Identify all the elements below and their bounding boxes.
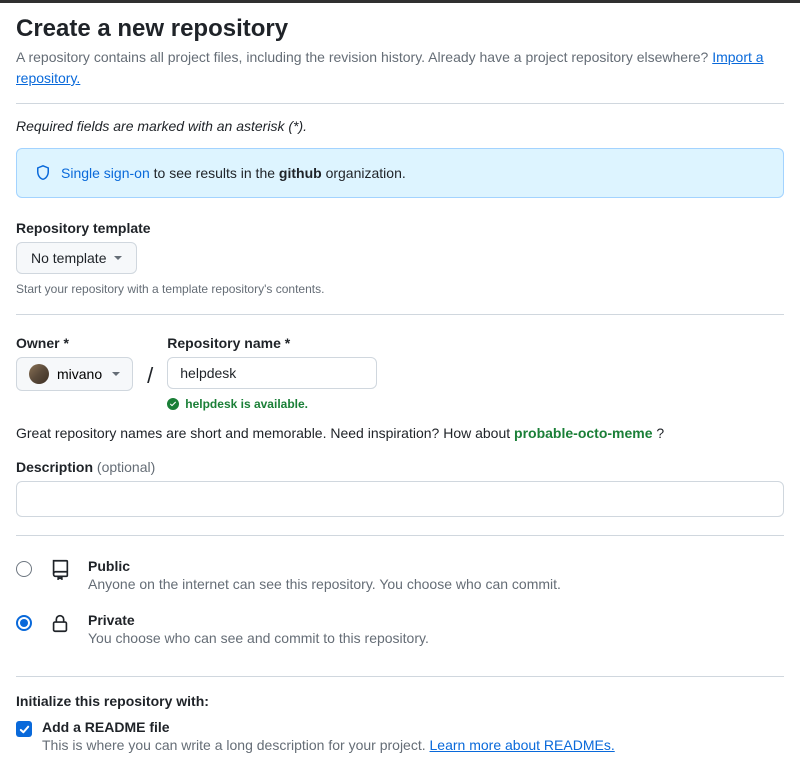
description-label: Description (optional)	[16, 459, 784, 475]
required-fields-note: Required fields are marked with an aster…	[16, 104, 784, 148]
public-desc: Anyone on the internet can see this repo…	[88, 576, 561, 592]
template-section: Repository template No template Start yo…	[16, 220, 784, 296]
readme-checkbox[interactable]	[16, 721, 32, 737]
avatar	[29, 364, 49, 384]
sso-banner: Single sign-on to see results in the git…	[16, 148, 784, 198]
check-circle-icon	[167, 398, 179, 410]
chevron-down-icon	[114, 256, 122, 260]
owner-label: Owner *	[16, 335, 133, 351]
template-hint: Start your repository with a template re…	[16, 282, 784, 296]
private-desc: You choose who can see and commit to thi…	[88, 630, 429, 646]
lock-icon	[48, 612, 72, 634]
readme-learn-more-link[interactable]: Learn more about READMEs.	[430, 737, 615, 753]
checkmark-icon	[19, 724, 30, 735]
owner-dropdown-button[interactable]: mivano	[16, 357, 133, 391]
radio-private[interactable]	[16, 615, 32, 631]
description-input[interactable]	[16, 481, 784, 517]
sso-text: Single sign-on to see results in the git…	[61, 165, 406, 181]
visibility-section: Public Anyone on the internet can see th…	[16, 536, 784, 676]
availability-message: helpdesk is available.	[167, 397, 377, 411]
sso-link[interactable]: Single sign-on	[61, 165, 150, 181]
page-title: Create a new repository	[16, 15, 784, 43]
name-suggestion-link[interactable]: probable-octo-meme	[514, 425, 652, 441]
visibility-private-option[interactable]: Private You choose who can see and commi…	[16, 606, 784, 660]
initialize-title: Initialize this repository with:	[16, 693, 784, 709]
owner-repo-row: Owner * mivano / Repository name * helpd…	[16, 315, 784, 411]
readme-option[interactable]: Add a README file This is where you can …	[16, 719, 784, 753]
public-title: Public	[88, 558, 561, 574]
readme-desc: This is where you can write a long descr…	[42, 737, 615, 753]
chevron-down-icon	[112, 372, 120, 376]
shield-icon	[35, 165, 51, 181]
slash-separator: /	[145, 363, 155, 389]
inspiration-text: Great repository names are short and mem…	[16, 425, 784, 441]
repo-icon	[48, 558, 72, 580]
repo-name-input[interactable]	[167, 357, 377, 389]
radio-public[interactable]	[16, 561, 32, 577]
readme-title: Add a README file	[42, 719, 615, 735]
visibility-public-option[interactable]: Public Anyone on the internet can see th…	[16, 552, 784, 606]
description-section: Description (optional)	[16, 459, 784, 517]
template-dropdown-button[interactable]: No template	[16, 242, 137, 274]
private-title: Private	[88, 612, 429, 628]
initialize-section: Initialize this repository with: Add a R…	[16, 677, 784, 753]
page-subhead: A repository contains all project files,…	[16, 47, 784, 89]
template-label: Repository template	[16, 220, 784, 236]
repo-name-label: Repository name *	[167, 335, 377, 351]
